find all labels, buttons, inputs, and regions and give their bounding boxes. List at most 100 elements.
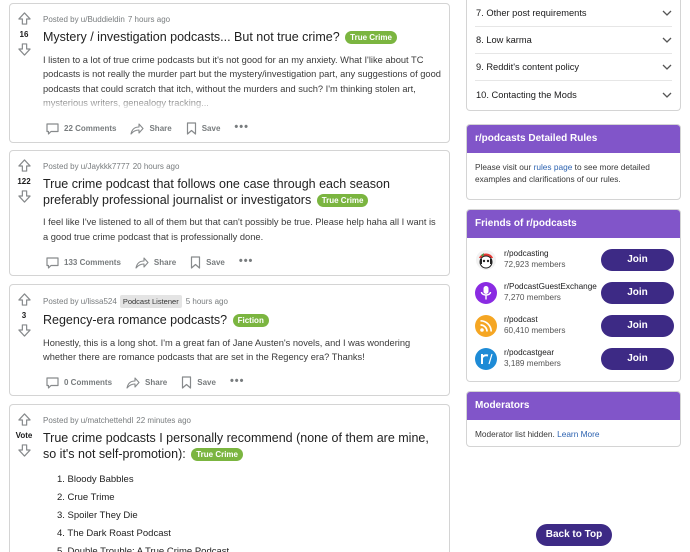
post-actions: 0 Comments Share Save ••• xyxy=(46,375,245,389)
post-card[interactable]: 122 Posted by u/Jaykkk7777 20 hours ago … xyxy=(9,150,450,276)
more-options-icon[interactable]: ••• xyxy=(230,375,245,386)
post-card[interactable]: 16 Posted by u/Buddieldin 7 hours ago My… xyxy=(9,3,450,143)
post-card[interactable]: 3 Posted by u/lissa524 Podcast Listener … xyxy=(9,284,450,396)
post-meta: Posted by u/lissa524 Podcast Listener 5 … xyxy=(43,295,441,308)
list-item: 3. Spoiler They Die xyxy=(57,510,138,521)
recommendation-list: 1. Bloody Babbles 2. Crue Trime 3. Spoil… xyxy=(43,471,441,552)
upvote-icon[interactable] xyxy=(17,413,31,426)
save-button[interactable]: Save xyxy=(181,376,216,389)
more-options-icon[interactable]: ••• xyxy=(239,255,254,266)
post-body[interactable]: I feel like I've listened to all of them… xyxy=(43,215,441,244)
rules-page-link[interactable]: rules page xyxy=(534,162,573,172)
post-title[interactable]: Regency-era romance podcasts? Fiction xyxy=(43,313,441,329)
join-button[interactable]: Join xyxy=(601,248,674,271)
post-card[interactable]: Vote Posted by u/matchettehdl 22 minutes… xyxy=(9,404,450,552)
friend-name[interactable]: r/podcasting xyxy=(504,249,601,259)
widget-title: Friends of r/podcasts xyxy=(467,210,680,238)
post-title[interactable]: Mystery / investigation podcasts... But … xyxy=(43,30,441,46)
bookmark-icon xyxy=(186,122,196,135)
post-actions: 133 Comments Share Save ••• xyxy=(46,255,254,269)
post-body[interactable]: I listen to a lot of true crime podcasts… xyxy=(43,53,441,111)
rule-item[interactable]: 8. Low karma xyxy=(475,27,672,54)
post-author[interactable]: Posted by u/lissa524 xyxy=(43,296,117,307)
widget-title: r/podcasts Detailed Rules xyxy=(467,125,680,153)
comments-button[interactable]: 0 Comments xyxy=(46,376,112,389)
post-meta: Posted by u/Buddieldin 7 hours ago xyxy=(43,14,441,25)
post-title[interactable]: True crime podcast that follows one case… xyxy=(43,177,441,208)
post-time[interactable]: 7 hours ago xyxy=(128,14,170,25)
widget-title: Moderators xyxy=(467,392,680,420)
rule-item[interactable]: 7. Other post requirements xyxy=(475,0,672,27)
post-flair[interactable]: True Crime xyxy=(191,447,243,461)
bookmark-icon xyxy=(191,256,201,269)
share-button[interactable]: Share xyxy=(126,376,167,389)
microphone-icon xyxy=(475,281,497,304)
downvote-icon[interactable] xyxy=(17,324,31,337)
post-author[interactable]: Posted by u/Buddieldin xyxy=(43,14,125,25)
vote-column: Vote xyxy=(10,405,38,457)
vote-column: 3 xyxy=(10,285,38,337)
comment-icon xyxy=(46,256,59,269)
friend-members: 3,189 members xyxy=(504,359,561,368)
post-author[interactable]: Posted by u/matchettehdl xyxy=(43,415,133,426)
rule-item[interactable]: 10. Contacting the Mods xyxy=(475,81,672,108)
list-item: 5. Double Trouble: A True Crime Podcast xyxy=(57,546,230,552)
friend-subreddit[interactable]: r/PodcastGuestExchange 7,270 members Join xyxy=(467,276,680,309)
downvote-icon[interactable] xyxy=(17,190,31,203)
downvote-icon[interactable] xyxy=(17,43,31,56)
comments-button[interactable]: 133 Comments xyxy=(46,256,121,269)
comment-icon xyxy=(46,376,59,389)
friend-name[interactable]: r/podcast xyxy=(504,315,601,325)
save-button[interactable]: Save xyxy=(190,256,225,269)
chevron-down-icon xyxy=(662,10,672,16)
upvote-icon[interactable] xyxy=(17,293,31,306)
podcasting-icon xyxy=(475,248,497,271)
detailed-rules-widget: r/podcasts Detailed Rules Please visit o… xyxy=(466,124,681,200)
save-button[interactable]: Save xyxy=(186,122,220,135)
share-icon xyxy=(135,256,149,269)
post-author[interactable]: Posted by u/Jaykkk7777 xyxy=(43,161,130,172)
join-button[interactable]: Join xyxy=(601,281,674,304)
vote-count: 122 xyxy=(17,177,31,186)
rule-item[interactable]: 9. Reddit's content policy xyxy=(475,54,672,81)
friends-widget: Friends of r/podcasts r/podcasting 72,923… xyxy=(466,209,681,382)
user-flair: Podcast Listener xyxy=(119,295,182,308)
friend-members: 7,270 members xyxy=(504,293,561,302)
post-meta: Posted by u/Jaykkk7777 20 hours ago xyxy=(43,161,441,172)
post-time[interactable]: 22 minutes ago xyxy=(136,415,191,426)
post-body[interactable]: Honestly, this is a long shot. I'm a gre… xyxy=(43,336,441,365)
more-options-icon[interactable]: ••• xyxy=(234,121,249,132)
post-time[interactable]: 20 hours ago xyxy=(133,161,180,172)
back-to-top-button[interactable]: Back to Top xyxy=(536,524,612,546)
friend-subreddit[interactable]: r/podcastgear 3,189 members Join xyxy=(467,342,680,375)
friend-name[interactable]: r/podcastgear xyxy=(504,348,601,358)
learn-more-link[interactable]: Learn More xyxy=(557,429,599,439)
comment-icon xyxy=(46,122,59,135)
post-flair[interactable]: True Crime xyxy=(345,31,397,44)
list-item: 1. Bloody Babbles xyxy=(57,474,134,485)
rules-widget: 7. Other post requirements 8. Low karma … xyxy=(466,0,681,111)
list-item: 2. Crue Trime xyxy=(57,492,115,503)
vote-column: 16 xyxy=(10,4,38,56)
friend-subreddit[interactable]: r/podcast 60,410 members Join xyxy=(467,309,680,342)
share-button[interactable]: Share xyxy=(130,122,172,135)
post-flair[interactable]: True Crime xyxy=(316,193,369,207)
friend-subreddit[interactable]: r/podcasting 72,923 members Join xyxy=(467,243,680,276)
upvote-icon[interactable] xyxy=(17,12,31,25)
post-flair[interactable]: Fiction xyxy=(232,314,269,327)
downvote-icon[interactable] xyxy=(17,444,31,457)
upvote-icon[interactable] xyxy=(17,159,31,172)
friend-members: 60,410 members xyxy=(504,326,566,335)
share-button[interactable]: Share xyxy=(135,256,176,269)
detailed-rules-text: Please visit our rules page to see more … xyxy=(475,162,650,184)
bookmark-icon xyxy=(182,376,192,389)
post-time[interactable]: 5 hours ago xyxy=(186,296,228,307)
chevron-down-icon xyxy=(662,64,672,70)
post-actions: 22 Comments Share Save ••• xyxy=(46,121,249,135)
subreddit-r-icon xyxy=(475,347,497,370)
post-title[interactable]: True crime podcasts I personally recomme… xyxy=(43,431,441,462)
join-button[interactable]: Join xyxy=(601,314,674,337)
join-button[interactable]: Join xyxy=(601,347,674,370)
comments-button[interactable]: 22 Comments xyxy=(46,122,116,135)
friend-name[interactable]: r/PodcastGuestExchange xyxy=(504,282,601,292)
